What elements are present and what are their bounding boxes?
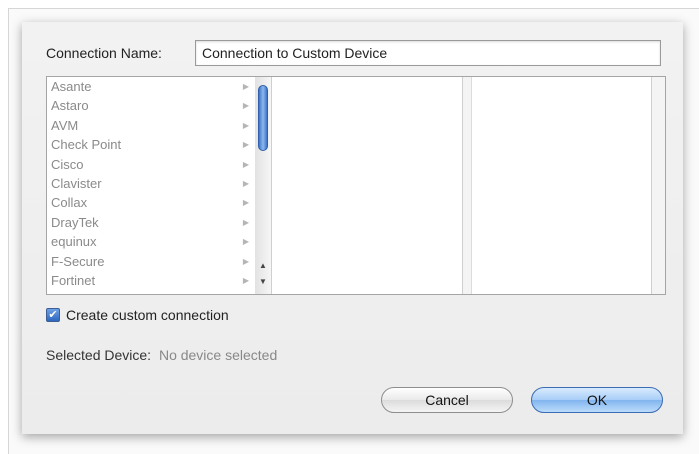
- vendor-column: Asante ▶ Astaro ▶ AVM ▶ Check Point ▶ Cisco ▶…: [47, 77, 256, 294]
- vendor-label: DrayTek: [51, 214, 99, 230]
- vendor-scrollbar[interactable]: ▲ ▼: [255, 77, 272, 294]
- vendor-label: Clavister: [51, 175, 102, 191]
- vendor-item[interactable]: Cisco ▶: [47, 155, 255, 174]
- vendor-label: Cisco: [51, 156, 84, 172]
- vendor-item[interactable]: Fortinet ▶: [47, 271, 255, 290]
- disclosure-arrow-icon: ▶: [242, 237, 249, 247]
- vendor-item[interactable]: AVM ▶: [47, 116, 255, 135]
- connection-dialog: Connection Name: Asante ▶ Astaro ▶ AVM ▶ Ch…: [22, 22, 683, 434]
- vendor-label: Check Point: [51, 137, 122, 153]
- detail-column: [471, 77, 652, 294]
- vendor-label: Asante: [51, 79, 92, 94]
- vendor-label: AVM: [51, 117, 79, 133]
- disclosure-arrow-icon: ▶: [242, 82, 249, 91]
- vendor-item[interactable]: Astaro ▶: [47, 96, 255, 115]
- scroll-up-arrow-icon[interactable]: ▲: [258, 261, 268, 271]
- vendor-label: F-Secure: [51, 253, 105, 269]
- vendor-item[interactable]: DrayTek ▶: [47, 213, 255, 232]
- cancel-button[interactable]: Cancel: [381, 387, 513, 413]
- disclosure-arrow-icon: ▶: [242, 178, 249, 188]
- disclosure-arrow-icon: ▶: [242, 217, 249, 227]
- selected-device-label: Selected Device:: [46, 347, 152, 363]
- custom-connection-row[interactable]: ✔ Create custom connection: [46, 306, 229, 324]
- vendor-item[interactable]: F-Secure ▶: [47, 252, 255, 271]
- device-browser: Asante ▶ Astaro ▶ AVM ▶ Check Point ▶ Cisco ▶…: [46, 76, 666, 295]
- scroll-down-arrow-icon[interactable]: ▼: [258, 277, 268, 287]
- vendor-item[interactable]: Collax ▶: [47, 193, 255, 212]
- detail-column-scrollbar[interactable]: [652, 77, 665, 294]
- vendor-item[interactable]: Check Point ▶: [47, 135, 255, 154]
- selected-device-row: Selected Device: No device selected: [46, 347, 277, 363]
- vendor-label: Fortinet: [51, 272, 96, 288]
- model-column: [272, 77, 463, 294]
- ok-button[interactable]: OK: [531, 387, 663, 413]
- vendor-item[interactable]: Clavister ▶: [47, 174, 255, 193]
- disclosure-arrow-icon: ▶: [242, 140, 249, 150]
- connection-name-label: Connection Name:: [46, 45, 162, 61]
- disclosure-arrow-icon: ▶: [242, 198, 249, 208]
- vendor-label: Astaro: [51, 98, 89, 114]
- connection-name-input[interactable]: [195, 40, 661, 66]
- vendor-item[interactable]: equinux ▶: [47, 232, 255, 251]
- vendor-label: Collax: [51, 195, 88, 211]
- disclosure-arrow-icon: ▶: [242, 275, 249, 285]
- selected-device-value: No device selected: [158, 347, 278, 363]
- custom-connection-label: Create custom connection: [66, 307, 229, 323]
- disclosure-arrow-icon: ▶: [242, 159, 249, 169]
- scrollbar-thumb[interactable]: [258, 85, 268, 151]
- custom-connection-checkbox[interactable]: ✔: [46, 308, 60, 322]
- disclosure-arrow-icon: ▶: [242, 101, 249, 111]
- vendor-item[interactable]: Asante ▶: [47, 77, 255, 96]
- disclosure-arrow-icon: ▶: [242, 120, 249, 130]
- disclosure-arrow-icon: ▶: [242, 256, 249, 266]
- vendor-label: equinux: [51, 234, 97, 250]
